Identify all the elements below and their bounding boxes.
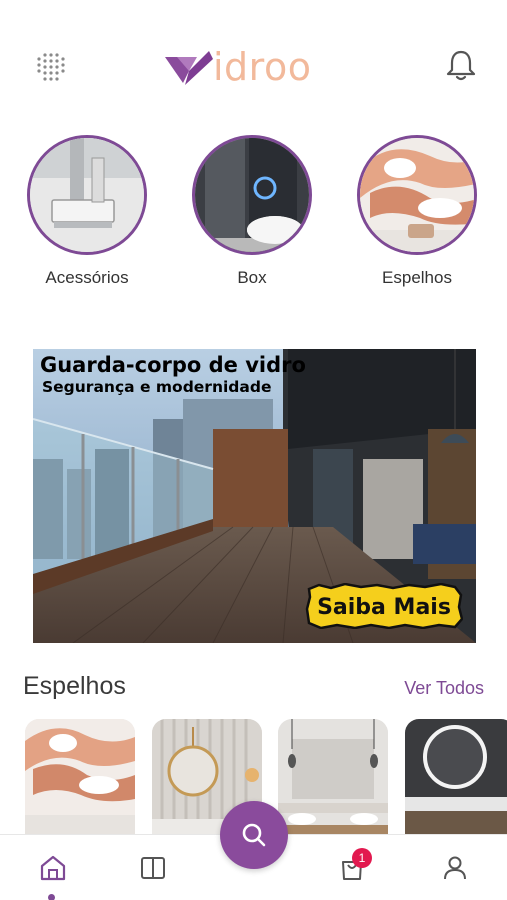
search-icon: [242, 823, 266, 847]
catalog-icon[interactable]: [138, 853, 168, 883]
banner-title: Guarda-corpo de vidro: [40, 353, 306, 377]
category-label: Box: [237, 268, 267, 287]
category-image: [192, 135, 312, 255]
active-indicator: [48, 894, 55, 900]
category-label: Acessórios: [45, 268, 129, 287]
search-button[interactable]: [220, 801, 288, 869]
banner-subtitle: Segurança e modernidade: [42, 378, 272, 396]
bell-icon[interactable]: [443, 47, 479, 83]
product-card[interactable]: [405, 719, 507, 839]
category-espelhos[interactable]: Espelhos: [355, 135, 479, 288]
app-logo: idroo: [163, 44, 311, 90]
category-image: [357, 135, 477, 255]
product-image: [278, 719, 388, 839]
logo-text: idroo: [213, 45, 312, 89]
profile-icon[interactable]: [440, 853, 470, 883]
logo-v-mark: [165, 51, 213, 85]
category-acessorios[interactable]: Acessórios: [25, 135, 149, 288]
category-label: Espelhos: [382, 268, 452, 287]
product-image: [25, 719, 135, 839]
app-header: idroo: [0, 0, 507, 120]
see-all-link[interactable]: Ver Todos: [404, 678, 484, 699]
category-list: Acessórios Box Espelhos: [0, 135, 507, 295]
product-card[interactable]: [25, 719, 135, 839]
product-image: [405, 719, 507, 839]
grid-dots-icon[interactable]: [34, 50, 68, 84]
saiba-mais-label: Saiba Mais: [317, 595, 451, 620]
saiba-mais-button[interactable]: Saiba Mais: [305, 583, 463, 629]
category-image: [27, 135, 147, 255]
promo-banner[interactable]: Guarda-corpo de vidro Segurança e modern…: [33, 349, 476, 643]
cart-badge: 1: [352, 848, 372, 868]
product-card[interactable]: [278, 719, 388, 839]
category-box[interactable]: Box: [190, 135, 314, 288]
section-title: Espelhos: [23, 672, 126, 700]
home-icon[interactable]: [38, 853, 68, 883]
